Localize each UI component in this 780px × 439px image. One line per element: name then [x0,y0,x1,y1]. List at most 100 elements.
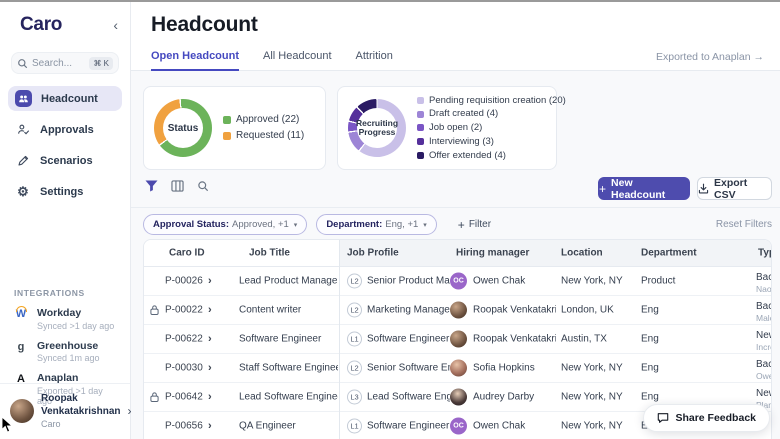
caret-down-icon: ▾ [294,221,298,229]
job-profile: Senior Product Manager [367,276,450,287]
search-input[interactable]: Search... ⌘ K [11,52,119,74]
legend-item: Approved (22) [223,112,304,128]
column-header-job-profile[interactable]: Job Profile [347,248,399,259]
type-detail: Increme [756,342,772,353]
row-expand-chevron[interactable]: › [208,275,212,287]
search-icon [17,58,28,69]
avatar: OC [450,418,467,435]
status-chart-card: Status Approved (22)Requested (11) [143,86,326,170]
filter-chip-department[interactable]: Department: Eng, +1 ▾ [316,214,436,235]
greenhouse-icon: g [14,341,28,354]
filter-funnel-icon[interactable] [145,180,158,192]
share-feedback-button[interactable]: Share Feedback [643,404,770,432]
columns-icon[interactable] [171,180,184,192]
legend-swatch [417,152,424,159]
tab-attrition[interactable]: Attrition [356,50,393,71]
mouse-cursor [1,416,14,438]
donut-center-label: Status [168,123,199,134]
job-profile: Lead Software Engine [367,392,450,403]
sidebar-item-settings[interactable]: ⚙ Settings [8,179,122,204]
chevron-right-icon: › [127,404,131,418]
hiring-manager-cell: Audrey Darby [450,389,556,406]
exported-to-anaplan-link[interactable]: Exported to Anaplan → [656,51,764,63]
level-badge: L2 [347,361,362,376]
integration-greenhouse[interactable]: g Greenhouse Synced 1m ago [14,340,120,364]
column-header-department[interactable]: Department [641,248,697,259]
row-expand-chevron[interactable]: › [208,391,212,403]
lock-icon [150,305,162,316]
plus-icon: + [599,182,606,196]
row-expand-chevron[interactable]: › [208,333,212,345]
department: Eng [641,363,721,374]
sidebar-item-approvals[interactable]: Approvals [8,117,122,142]
row-expand-chevron[interactable]: › [208,362,212,374]
avatar [450,389,467,406]
location: New York, NY [561,392,637,403]
export-csv-button[interactable]: Export CSV [697,177,772,200]
table-row[interactable]: P-00030 › Staff Software Engineer L2 Sen… [144,354,771,383]
location: Austin, TX [561,334,637,345]
avatar: OC [450,273,467,290]
chat-bubble-icon [657,412,669,424]
job-title: Lead Software Engineer [239,392,338,403]
row-expand-chevron[interactable]: › [208,420,212,432]
level-badge: L1 [347,419,362,434]
tab-all-headcount[interactable]: All Headcount [263,50,332,71]
job-title: Lead Product Manager [239,276,338,287]
integration-workday[interactable]: W Workday Synced >1 day ago [14,307,120,331]
tabs-row: Open Headcount All Headcount Attrition E… [131,48,780,71]
department: Eng [641,305,721,316]
column-header-type[interactable]: Type [758,248,772,259]
job-profile-cell: L2 Senior Software Engine [347,361,450,376]
job-profile: Software Engineer [367,421,449,432]
type: New [756,387,772,400]
column-header-hiring-manager[interactable]: Hiring manager [456,248,529,259]
column-header-caro-id[interactable]: Caro ID [169,248,205,259]
profile-name: Roopak Venkatakrishnan [41,393,120,418]
column-header-location[interactable]: Location [561,248,603,259]
legend-label: Pending requisition creation (20) [429,94,566,108]
legend-item: Interviewing (3) [417,135,566,149]
job-title: Content writer [239,305,338,316]
level-badge: L2 [347,274,362,289]
type: New [756,329,772,342]
recruiting-legend: Pending requisition creation (20)Draft c… [417,94,566,163]
legend-label: Interviewing (3) [429,135,494,149]
table-row[interactable]: P-00622 › Software Engineer L1 Software … [144,325,771,354]
hiring-manager: Owen Chak [473,276,525,287]
search-placeholder: Search... [32,58,85,69]
job-profile-cell: L2 Marketing Manager [347,303,450,318]
page-title: Headcount [151,13,258,37]
user-profile[interactable]: Roopak Venkatakrishnan Caro › [0,383,130,435]
legend-item: Requested (11) [223,128,304,144]
type: Backfill [756,300,772,313]
caro-id: P-00656 [165,421,203,432]
job-title: Software Engineer [239,334,338,345]
add-filter-button[interactable]: + Filter [458,218,491,232]
sidebar-item-label: Scenarios [40,155,93,167]
search-icon[interactable] [197,180,209,192]
column-header-job-title[interactable]: Job Title [249,248,290,259]
job-title: QA Engineer [239,421,338,432]
sidebar-item-label: Settings [40,186,83,198]
donut-center: Status [163,108,203,148]
sidebar-item-headcount[interactable]: Headcount [8,86,122,111]
sidebar-item-label: Approvals [40,124,94,136]
table-row[interactable]: P-00022 › Content writer L2 Marketing Ma… [144,296,771,325]
new-headcount-button[interactable]: + New Headcount [598,177,690,200]
level-badge: L1 [347,332,362,347]
type-cell: New Increme [756,329,772,353]
legend-item: Pending requisition creation (20) [417,94,566,108]
sidebar-item-scenarios[interactable]: Scenarios [8,148,122,173]
row-expand-chevron[interactable]: › [208,304,212,316]
legend-swatch [417,111,424,118]
tab-open-headcount[interactable]: Open Headcount [151,50,239,71]
table-row[interactable]: P-00026 › Lead Product Manager L2 Senior… [144,267,771,296]
job-profile-cell: L3 Lead Software Engine [347,390,450,405]
sidebar-collapse-icon[interactable]: ‹ [113,18,118,32]
location: New York, NY [561,276,637,287]
integrations-title: INTEGRATIONS [14,288,120,298]
reset-filters-button[interactable]: Reset Filters [716,219,772,230]
legend-label: Offer extended (4) [429,149,506,163]
filter-chip-approval-status[interactable]: Approval Status: Approved, +1 ▾ [143,214,307,235]
